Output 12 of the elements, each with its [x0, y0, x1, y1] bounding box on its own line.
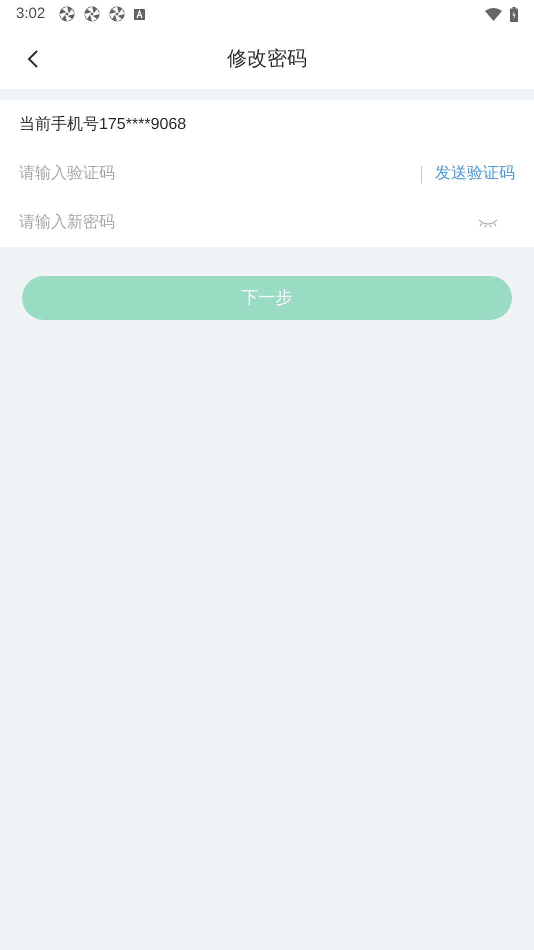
page-title: 修改密码	[227, 46, 307, 72]
verification-code-field[interactable]: 请输入验证码	[19, 162, 421, 186]
battery-icon	[510, 6, 518, 22]
phone-number-label: 当前手机号175****9068	[19, 114, 186, 135]
wifi-icon	[485, 8, 502, 20]
send-code-link[interactable]: 发送验证码	[435, 162, 515, 186]
new-password-field[interactable]: 请输入新密码	[19, 210, 478, 234]
aperture-icon	[84, 6, 100, 22]
keyboard-icon	[134, 8, 146, 20]
aperture-icon	[59, 6, 76, 22]
aperture-icon	[109, 6, 126, 22]
status-time: 3:02	[16, 4, 46, 24]
